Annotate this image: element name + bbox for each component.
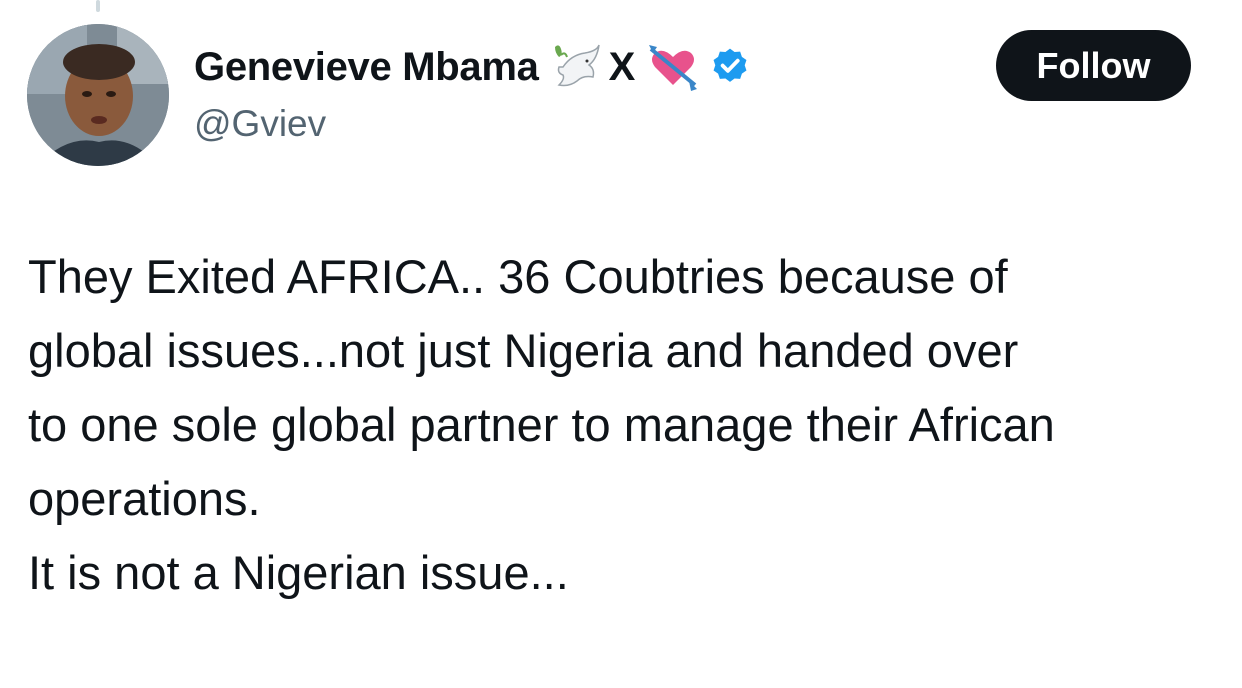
tweet-text-line: It is not a Nigerian issue... (28, 546, 569, 599)
tweet-text-line: global issues...not just Nigeria and han… (28, 324, 1019, 377)
author-display-name[interactable]: Genevieve Mbama (194, 45, 539, 90)
avatar-image (27, 24, 169, 166)
author-handle[interactable]: @Gviev (194, 103, 326, 145)
dove-emoji (551, 41, 601, 93)
tweet-text: They Exited AFRICA.. 36 Coubtries becaus… (28, 240, 1228, 610)
author-name-suffix: X (608, 44, 636, 89)
heart-with-arrow-emoji (647, 41, 699, 93)
tweet-text-line: operations. (28, 472, 261, 525)
tweet-text-line: to one sole global partner to manage the… (28, 398, 1055, 451)
tweet-text-line: They Exited AFRICA.. 36 Coubtries becaus… (28, 250, 1008, 303)
verified-badge-icon[interactable] (709, 46, 751, 88)
thread-connector-line (96, 0, 100, 12)
author-name-row[interactable]: Genevieve Mbama X (194, 40, 751, 94)
follow-button[interactable]: Follow (996, 30, 1191, 101)
avatar[interactable] (27, 24, 169, 166)
